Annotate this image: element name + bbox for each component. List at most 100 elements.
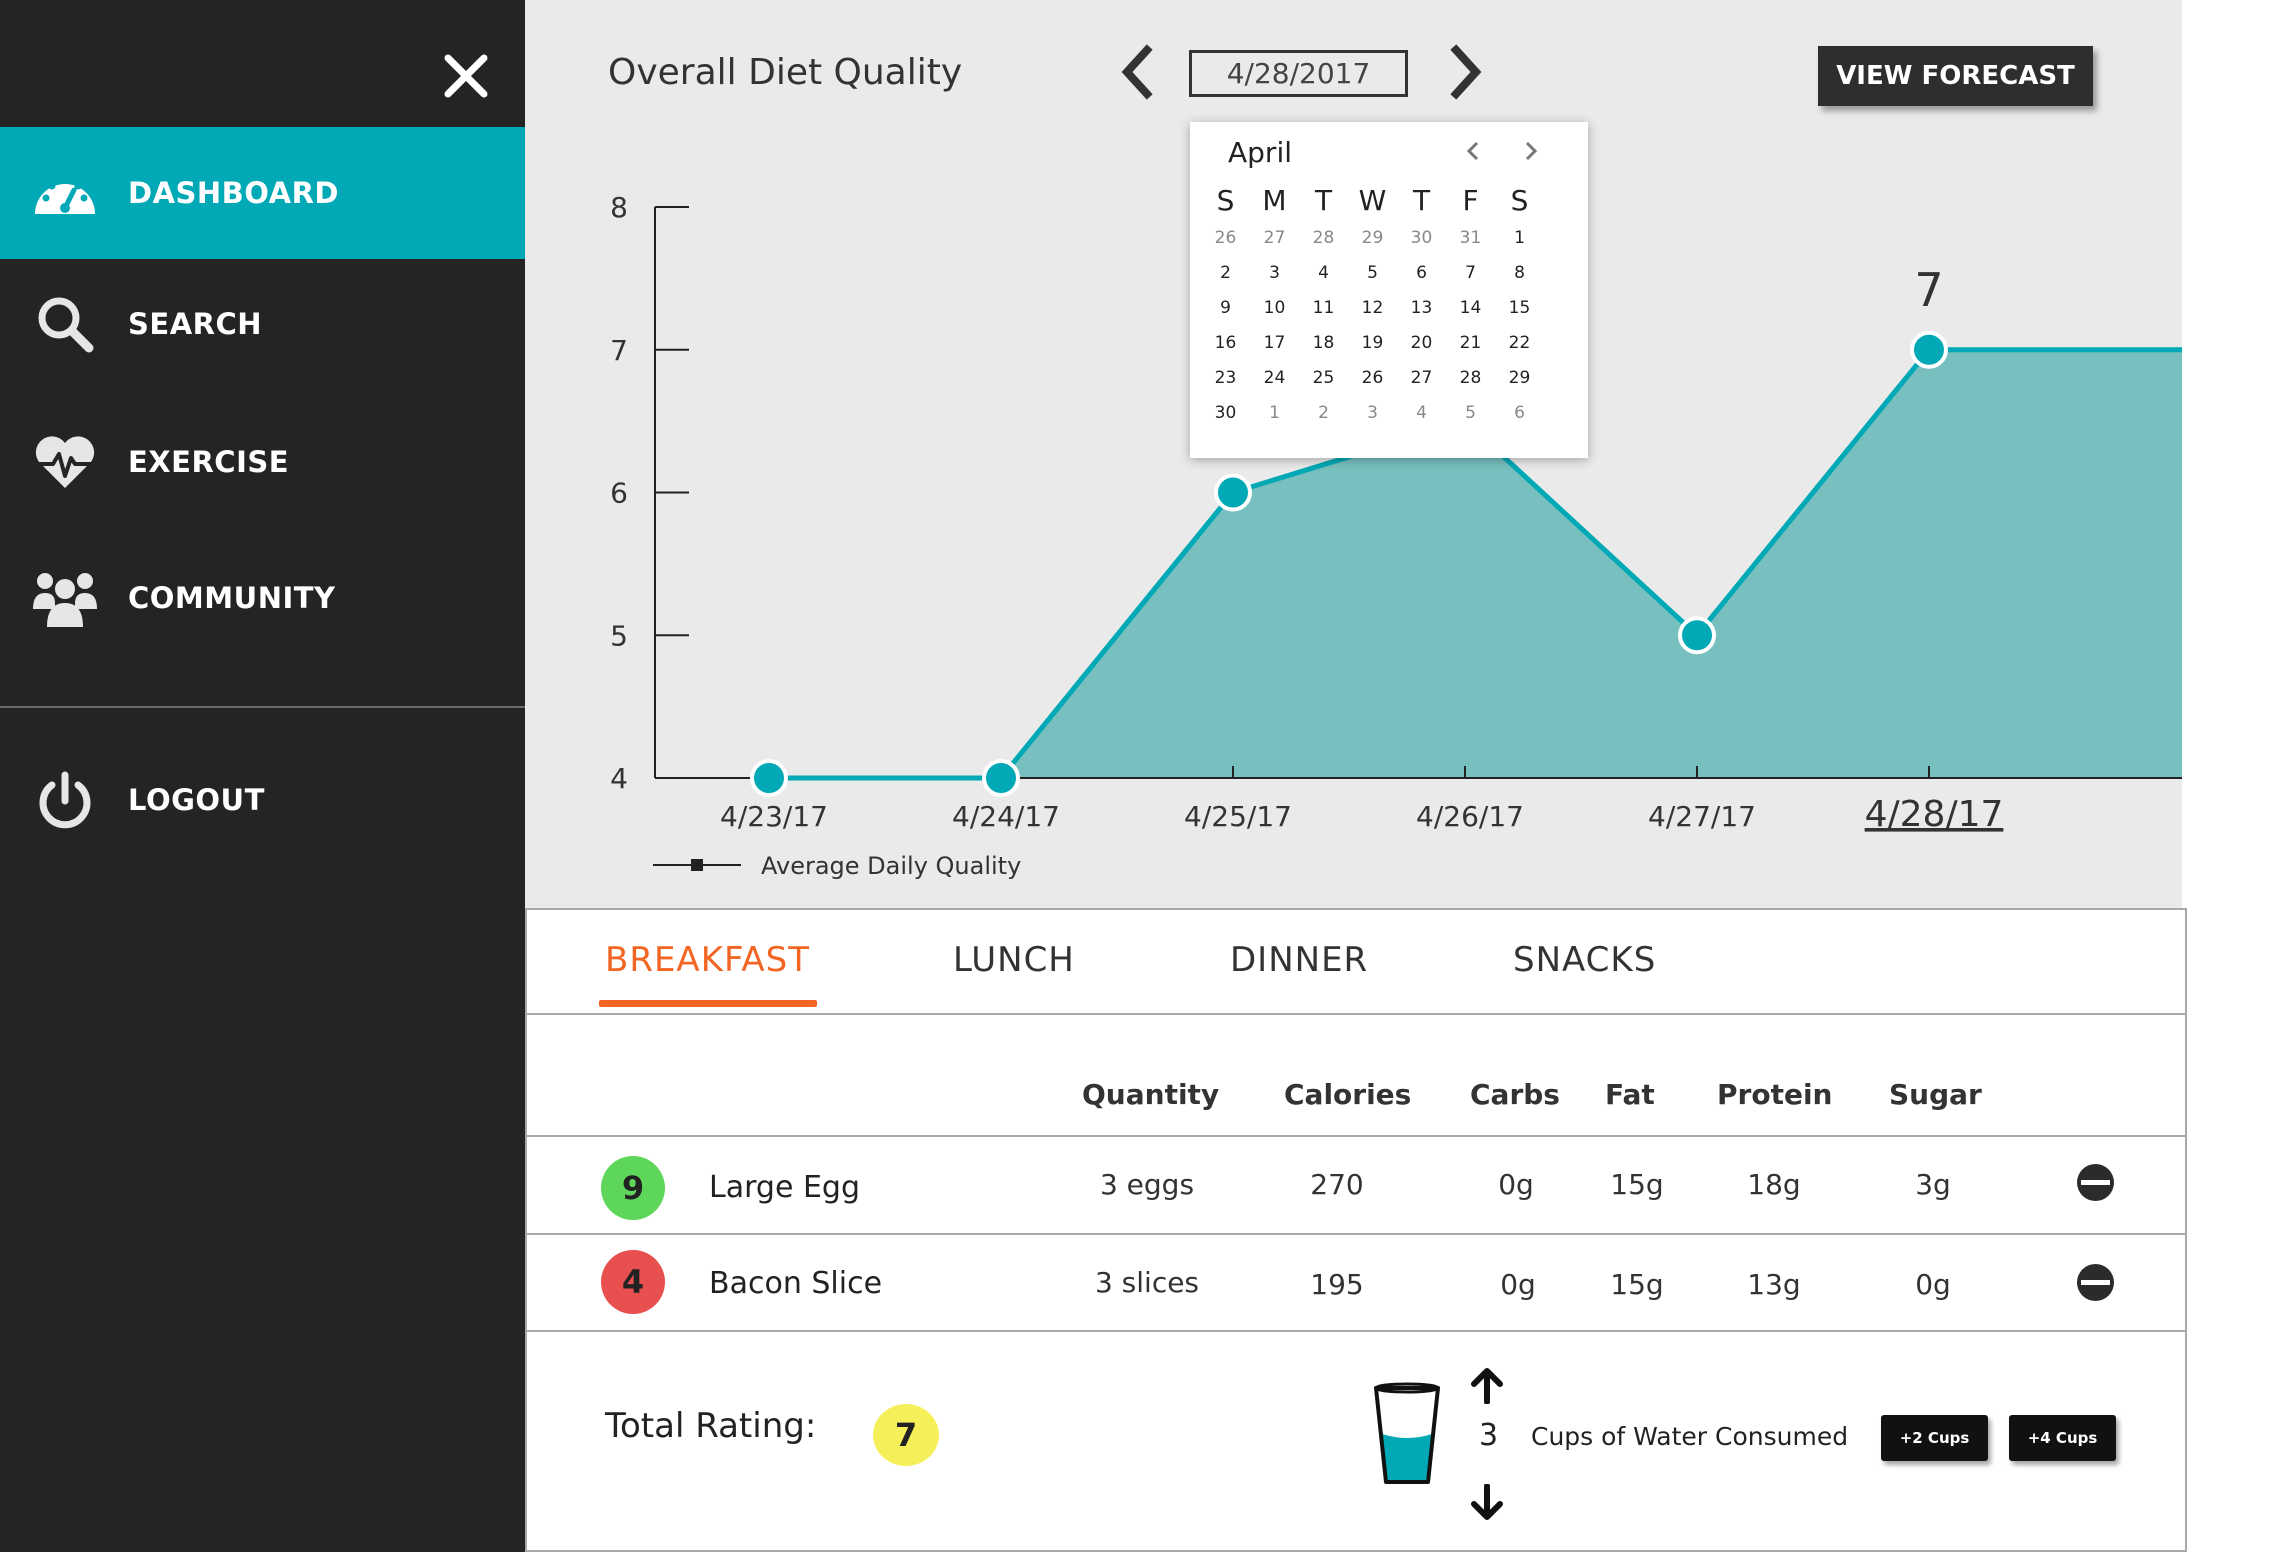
calendar-day[interactable]: 1 (1250, 403, 1299, 423)
calendar-day[interactable]: 4 (1397, 403, 1446, 423)
food-score-badge: 9 (601, 1156, 665, 1220)
food-calories: 270 (1310, 1168, 1364, 1201)
calendar-day[interactable]: 14 (1446, 298, 1495, 318)
chart-x-tick-label: 4/27/17 (1648, 800, 1756, 833)
add-4-cups-button[interactable]: +4 Cups (2009, 1415, 2116, 1461)
calendar-day[interactable]: 23 (1201, 368, 1250, 388)
chart-data-point (982, 759, 1020, 797)
chart-data-point (1910, 330, 1948, 369)
search-icon (30, 289, 100, 359)
column-header-sugar: Sugar (1889, 1078, 1982, 1111)
calendar-day[interactable]: 30 (1201, 403, 1250, 423)
nav-item-search[interactable]: SEARCH (0, 258, 525, 390)
food-protein: 13g (1747, 1268, 1801, 1301)
food-quantity: 3 eggs (1099, 1168, 1195, 1201)
calendar-day[interactable]: 10 (1250, 298, 1299, 318)
chart-title: Overall Diet Quality (608, 52, 963, 93)
calendar-weekday: F (1462, 183, 1479, 217)
tab-breakfast[interactable]: BREAKFAST (605, 940, 810, 980)
calendar-day[interactable]: 3 (1348, 403, 1397, 423)
calendar-week: 16 17 18 19 20 21 22 (1201, 325, 1544, 360)
calendar-day[interactable]: 28 (1446, 368, 1495, 388)
calendar-day[interactable]: 28 (1299, 228, 1348, 248)
nav-label-logout: LOGOUT (128, 783, 265, 817)
total-rating-label: Total Rating: (605, 1406, 817, 1446)
calendar-day[interactable]: 31 (1446, 228, 1495, 248)
date-prev-icon[interactable] (1113, 42, 1163, 102)
chart-highlight-label: 7 (1914, 263, 1943, 317)
people-group-icon (30, 563, 100, 633)
calendar-day[interactable]: 11 (1299, 298, 1348, 318)
calendar-day[interactable]: 9 (1201, 298, 1250, 318)
power-icon (30, 765, 100, 835)
chart-x-tick-label: 4/24/17 (952, 800, 1060, 833)
calendar-day[interactable]: 15 (1495, 298, 1544, 318)
tab-lunch[interactable]: LUNCH (953, 940, 1075, 980)
calendar-day[interactable]: 5 (1348, 263, 1397, 283)
calendar-day[interactable]: 4 (1299, 263, 1348, 283)
date-next-icon[interactable] (1440, 42, 1490, 102)
water-decrease-icon[interactable] (1469, 1483, 1505, 1522)
calendar-day[interactable]: 25 (1299, 368, 1348, 388)
tab-snacks[interactable]: SNACKS (1513, 940, 1656, 980)
chart-legend-label: Average Daily Quality (761, 852, 1021, 880)
calendar-day[interactable]: 16 (1201, 333, 1250, 353)
remove-food-icon[interactable] (2077, 1164, 2114, 1201)
calendar-day[interactable]: 27 (1250, 228, 1299, 248)
tab-dinner[interactable]: DINNER (1230, 940, 1368, 980)
calendar-day[interactable]: 26 (1201, 228, 1250, 248)
calendar-weekday-row: S M T W T F S (1201, 180, 1544, 220)
nav-label-search: SEARCH (128, 307, 263, 341)
calendar-day[interactable]: 6 (1495, 403, 1544, 423)
calendar-day[interactable]: 21 (1446, 333, 1495, 353)
calendar-day[interactable]: 6 (1397, 263, 1446, 283)
calendar-day[interactable]: 26 (1348, 368, 1397, 388)
calendar-day[interactable]: 1 (1495, 228, 1544, 248)
calendar-day[interactable]: 17 (1250, 333, 1299, 353)
remove-food-icon[interactable] (2077, 1264, 2114, 1301)
calendar-day[interactable]: 22 (1495, 333, 1544, 353)
chart-x-tick-label: 4/26/17 (1416, 800, 1524, 833)
calendar-day[interactable]: 27 (1397, 368, 1446, 388)
column-header-carbs: Carbs (1470, 1078, 1560, 1111)
calendar-day[interactable]: 2 (1201, 263, 1250, 283)
calendar-day[interactable]: 7 (1446, 263, 1495, 283)
view-forecast-button[interactable]: VIEW FORECAST (1818, 46, 2093, 106)
heartbeat-icon (30, 427, 100, 497)
calendar-week: 26 27 28 29 30 31 1 (1201, 220, 1544, 255)
nav-item-exercise[interactable]: EXERCISE (0, 396, 525, 528)
calendar-day[interactable]: 18 (1299, 333, 1348, 353)
date-input[interactable]: 4/28/2017 (1189, 50, 1408, 97)
close-icon[interactable] (438, 48, 494, 104)
calendar-day[interactable]: 29 (1495, 368, 1544, 388)
calendar-day[interactable]: 2 (1299, 403, 1348, 423)
chart-x-tick-label: 4/23/17 (720, 800, 828, 833)
food-sugar: 0g (1915, 1268, 1951, 1301)
nav-item-community[interactable]: COMMUNITY (0, 532, 525, 664)
chart-x-tick-label: 4/25/17 (1184, 800, 1292, 833)
food-name: Large Egg (709, 1170, 860, 1205)
food-carbs: 0g (1500, 1268, 1536, 1301)
add-2-cups-button[interactable]: +2 Cups (1881, 1415, 1988, 1461)
dashboard-gauge-icon (30, 158, 100, 228)
calendar-prev-icon[interactable] (1458, 136, 1488, 166)
calendar-day[interactable]: 13 (1397, 298, 1446, 318)
calendar-day[interactable]: 5 (1446, 403, 1495, 423)
calendar-week: 2 3 4 5 6 7 8 (1201, 255, 1544, 290)
nav-item-logout[interactable]: LOGOUT (0, 734, 525, 866)
calendar-day[interactable]: 8 (1495, 263, 1544, 283)
food-fat: 15g (1610, 1268, 1664, 1301)
table-header-divider (527, 1135, 2185, 1137)
calendar-weekday: W (1358, 183, 1387, 217)
calendar-day[interactable]: 19 (1348, 333, 1397, 353)
calendar-day[interactable]: 12 (1348, 298, 1397, 318)
calendar-day[interactable]: 30 (1397, 228, 1446, 248)
nav-item-dashboard[interactable]: DASHBOARD (0, 127, 525, 259)
water-increase-icon[interactable] (1469, 1366, 1505, 1405)
column-header-protein: Protein (1717, 1078, 1833, 1111)
calendar-day[interactable]: 20 (1397, 333, 1446, 353)
calendar-day[interactable]: 29 (1348, 228, 1397, 248)
calendar-day[interactable]: 3 (1250, 263, 1299, 283)
calendar-day[interactable]: 24 (1250, 368, 1299, 388)
calendar-next-icon[interactable] (1516, 136, 1546, 166)
